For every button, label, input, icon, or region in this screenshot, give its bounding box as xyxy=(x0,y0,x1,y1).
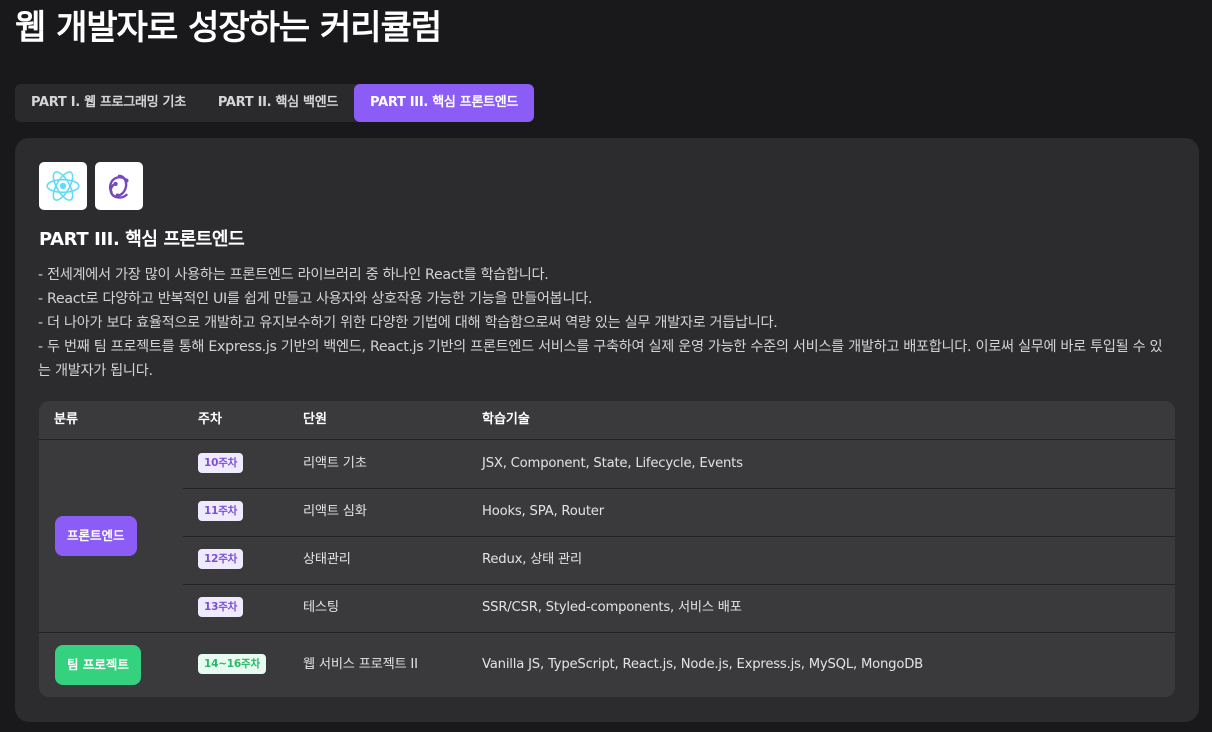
header-unit: 단원 xyxy=(303,412,327,427)
category-badge-frontend: 프론트엔드 xyxy=(55,516,137,556)
week-badge: 13주차 xyxy=(198,597,244,617)
redux-logo xyxy=(95,162,143,210)
week-badge: 11주차 xyxy=(198,501,244,521)
section-description: - 전세계에서 가장 많이 사용하는 프론트엔드 라이브러리 중 하나인 Rea… xyxy=(38,263,1168,383)
redux-icon xyxy=(108,174,129,199)
description-line: - 더 나아가 보다 효율적으로 개발하고 유지보수하기 위한 다양한 기법에 … xyxy=(38,315,778,331)
part-tabs: PART I. 웹 프로그래밍 기초 PART II. 핵심 백엔드 PART … xyxy=(15,84,535,122)
table-header: 분류 주차 단원 학습기술 xyxy=(39,401,1175,440)
unit-cell: 테스팅 xyxy=(303,600,339,615)
tab-part-1[interactable]: PART I. 웹 프로그래밍 기초 xyxy=(15,84,202,122)
header-category: 분류 xyxy=(54,412,78,427)
table-row: 10주차 리액트 기초 JSX, Component, State, Lifec… xyxy=(183,440,1175,489)
react-logo xyxy=(39,162,87,210)
week-badge: 14~16주차 xyxy=(198,654,266,674)
curriculum-table: 분류 주차 단원 학습기술 프론트엔드 10주차 리액트 기초 JSX, Com… xyxy=(39,401,1175,697)
description-line: - 두 번째 팀 프로젝트를 통해 Express.js 기반의 백엔드, Re… xyxy=(38,339,1163,379)
header-week: 주차 xyxy=(198,412,222,427)
react-icon xyxy=(46,171,80,201)
description-line: - 전세계에서 가장 많이 사용하는 프론트엔드 라이브러리 중 하나인 Rea… xyxy=(38,267,549,283)
category-badge-team-project: 팀 프로젝트 xyxy=(55,645,141,685)
unit-cell: 상태관리 xyxy=(303,552,351,567)
page-title: 웹 개발자로 성장하는 커리큘럼 xyxy=(15,8,442,48)
tech-cell: JSX, Component, State, Lifecycle, Events xyxy=(482,456,743,471)
header-tech: 학습기술 xyxy=(482,412,530,427)
table-row: 11주차 리액트 심화 Hooks, SPA, Router xyxy=(183,488,1175,537)
unit-cell: 리액트 기초 xyxy=(303,456,367,471)
tab-part-3[interactable]: PART III. 핵심 프론트엔드 xyxy=(354,84,535,122)
tech-logos xyxy=(39,162,143,210)
table-row: 12주차 상태관리 Redux, 상태 관리 xyxy=(183,536,1175,585)
section-title: PART III. 핵심 프론트엔드 xyxy=(39,229,245,250)
tech-cell: SSR/CSR, Styled-components, 서비스 배포 xyxy=(482,600,742,615)
tech-cell: Vanilla JS, TypeScript, React.js, Node.j… xyxy=(482,657,924,672)
week-badge: 10주차 xyxy=(198,453,244,473)
table-row: 13주차 테스팅 SSR/CSR, Styled-components, 서비스… xyxy=(183,584,1175,632)
unit-cell: 웹 서비스 프로젝트 II xyxy=(303,657,418,672)
description-line: - React로 다양하고 반복적인 UI를 쉽게 만들고 사용자와 상호작용 … xyxy=(38,291,593,307)
tech-cell: Redux, 상태 관리 xyxy=(482,552,582,567)
tab-part-2[interactable]: PART II. 핵심 백엔드 xyxy=(202,84,354,122)
curriculum-panel: PART III. 핵심 프론트엔드 - 전세계에서 가장 많이 사용하는 프론… xyxy=(15,138,1199,722)
week-badge: 12주차 xyxy=(198,549,244,569)
tech-cell: Hooks, SPA, Router xyxy=(482,504,604,519)
unit-cell: 리액트 심화 xyxy=(303,504,367,519)
table-row: 14~16주차 웹 서비스 프로젝트 II Vanilla JS, TypeSc… xyxy=(183,633,1175,697)
